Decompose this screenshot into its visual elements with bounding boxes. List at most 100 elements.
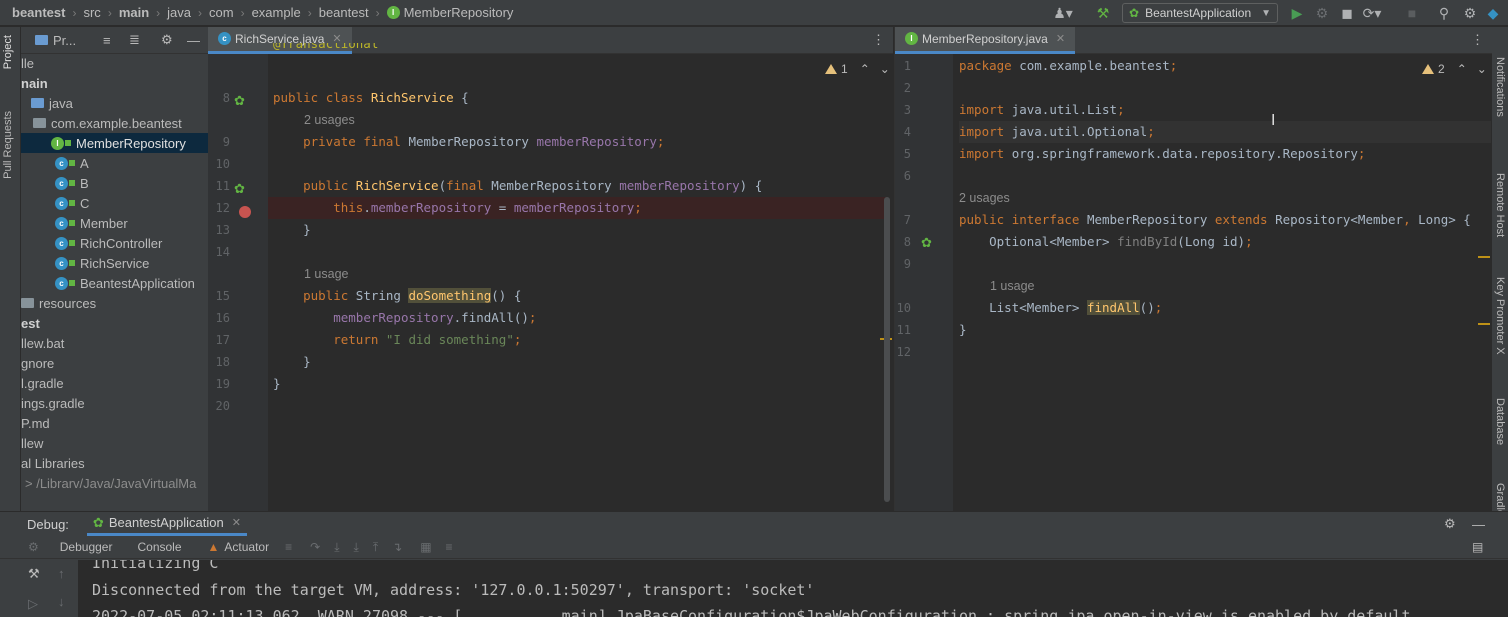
chevron-down-icon[interactable]: ⌄ <box>1477 62 1487 76</box>
usages-hint[interactable]: 2 usages <box>959 191 1010 205</box>
right-tool-tab[interactable]: Remote Host <box>1494 173 1506 237</box>
collapse-all-icon[interactable]: ≣ <box>129 32 140 48</box>
more-options-icon[interactable]: ⋮ <box>1471 32 1484 48</box>
editor-tab-bar: I MemberRepository.java ✕ ⋮ <box>895 27 1492 54</box>
right-tool-tab[interactable]: Notifications <box>1494 57 1506 117</box>
resume-icon[interactable]: ▷ <box>28 596 38 612</box>
tree-item[interactable]: c RichService <box>21 253 208 273</box>
right-tool-tab[interactable]: Database <box>1494 398 1506 445</box>
coverage-icon[interactable]: ◼ <box>1338 4 1356 22</box>
layout-icon[interactable]: ▤ <box>1472 540 1483 554</box>
console-output[interactable]: Initializing C Disconnected from the tar… <box>78 560 1508 617</box>
tree-item[interactable]: c BeantestApplication <box>21 273 208 293</box>
tree-item[interactable]: cA <box>21 153 208 173</box>
wrench-icon[interactable]: ⚒ <box>28 566 40 582</box>
breadcrumb-item[interactable]: › beantest <box>301 5 369 20</box>
error-stripe-mark[interactable] <box>1478 256 1490 258</box>
evaluate-icon[interactable]: ▦ <box>420 540 431 554</box>
tree-item[interactable]: l.gradle <box>21 373 208 393</box>
search-icon[interactable]: ⚲ <box>1435 4 1453 22</box>
chevron-up-icon[interactable]: ⌃ <box>1457 62 1467 76</box>
tab-console[interactable]: Console <box>137 540 181 554</box>
pull-requests-tool-tab[interactable]: Pull Requests <box>2 111 14 179</box>
tree-item[interactable]: al Libraries <box>21 453 208 473</box>
stop-icon[interactable]: ■ <box>1403 4 1421 22</box>
gear-icon[interactable]: ⚙ <box>1444 516 1456 532</box>
trace-icon[interactable]: ≡ <box>446 540 453 554</box>
spring-bean-icon[interactable]: ✿ <box>921 235 932 251</box>
close-icon[interactable]: ✕ <box>1056 32 1065 45</box>
gear-icon[interactable]: ⚙ <box>1461 4 1479 22</box>
step-into-icon[interactable]: ⤓ <box>334 540 339 555</box>
tab-member-repository[interactable]: I MemberRepository.java ✕ <box>895 27 1076 54</box>
left-tool-stripe: Project Pull Requests <box>0 27 21 511</box>
gear-icon[interactable]: ⚙ <box>161 32 173 48</box>
tree-item[interactable]: nain <box>21 73 208 93</box>
chevron-up-icon[interactable]: ⌃ <box>860 62 870 76</box>
tree-item[interactable]: ings.gradle <box>21 393 208 413</box>
breadcrumb-item[interactable]: › example <box>234 5 301 20</box>
plugin-icon[interactable]: ◆ <box>1484 4 1502 22</box>
force-step-into-icon[interactable]: ⤓ <box>354 540 359 555</box>
debug-icon[interactable]: ⚙ <box>1313 4 1331 22</box>
run-to-cursor-icon[interactable]: ↴ <box>392 540 402 554</box>
breadcrumb-item[interactable]: › com <box>191 5 234 20</box>
error-stripe-mark[interactable] <box>1478 323 1490 325</box>
breakpoint-icon[interactable] <box>239 206 251 218</box>
tree-item[interactable]: com.example.beantest <box>21 113 208 133</box>
scroll-up-icon[interactable]: ↑ <box>58 566 65 581</box>
expand-all-icon[interactable]: ≡ <box>103 33 111 48</box>
tree-item[interactable]: llew <box>21 433 208 453</box>
menu-icon[interactable]: ≡ <box>285 540 292 554</box>
debug-session-tab[interactable]: ✿ BeantestApplication ✕ <box>86 512 247 536</box>
tree-item[interactable]: P.md <box>21 413 208 433</box>
tree-item[interactable]: c Member <box>21 213 208 233</box>
warnings-indicator[interactable]: 1 ⌃ ⌄ <box>825 62 890 76</box>
breadcrumb-item[interactable]: › I MemberRepository <box>369 5 514 20</box>
breadcrumb-item[interactable]: beantest <box>12 5 65 20</box>
step-over-icon[interactable]: ↷ <box>310 540 320 554</box>
profile-icon[interactable]: ⟳▾ <box>1363 4 1382 22</box>
spring-bean-icon[interactable]: ✿ <box>234 181 245 197</box>
step-out-icon[interactable]: ⤒ <box>373 540 378 555</box>
tab-debugger[interactable]: Debugger <box>60 540 113 554</box>
user-icon[interactable]: ♟▾ <box>1053 4 1073 22</box>
minimize-icon[interactable]: — <box>187 33 200 48</box>
tree-item[interactable]: llew.bat <box>21 333 208 353</box>
warning-icon <box>1422 64 1434 74</box>
usages-hint[interactable]: 2 usages <box>304 113 355 127</box>
warnings-indicator[interactable]: 2 ⌃ ⌄ <box>1422 62 1487 76</box>
project-panel-title[interactable]: Pr... <box>53 33 76 48</box>
scrollbar[interactable] <box>884 197 890 502</box>
project-tool-tab[interactable]: Project <box>2 35 14 69</box>
tree-item[interactable]: I MemberRepository <box>21 133 208 153</box>
minimize-icon[interactable]: — <box>1472 517 1485 532</box>
tree-item[interactable]: java <box>21 93 208 113</box>
tree-item-label: llew.bat <box>21 335 65 351</box>
breadcrumb-item[interactable]: › src <box>65 5 100 20</box>
debug-tool-icon[interactable]: ⚙ <box>28 540 39 554</box>
tree-item[interactable]: cC <box>21 193 208 213</box>
tree-item[interactable]: cB <box>21 173 208 193</box>
run-configuration-select[interactable]: ✿ BeantestApplication ▼ <box>1122 3 1278 23</box>
tab-actuator[interactable]: Actuator <box>224 540 269 554</box>
scroll-down-icon[interactable]: ↓ <box>58 594 65 609</box>
tree-item[interactable]: > /Librarv/Java/JavaVirtualMa <box>21 473 208 493</box>
tree-item[interactable]: c RichController <box>21 233 208 253</box>
right-tool-tab[interactable]: Key Promoter X <box>1494 277 1506 355</box>
spring-bean-icon[interactable]: ✿ <box>234 93 245 109</box>
usages-hint[interactable]: 1 usage <box>990 279 1034 293</box>
tree-item[interactable]: lle <box>21 53 208 73</box>
tree-item[interactable]: resources <box>21 293 208 313</box>
usages-hint[interactable]: 1 usage <box>304 267 348 281</box>
run-icon[interactable]: ▶ <box>1288 4 1306 22</box>
close-icon[interactable]: ✕ <box>232 516 241 529</box>
build-hammer-icon[interactable]: ⚒ <box>1094 4 1112 22</box>
breadcrumb-item[interactable]: › main <box>101 5 149 20</box>
chevron-down-icon[interactable]: ⌄ <box>880 62 890 76</box>
tree-item[interactable]: est <box>21 313 208 333</box>
class-icon: c <box>55 176 68 190</box>
breadcrumb-item[interactable]: › java <box>149 5 191 20</box>
tree-item[interactable]: gnore <box>21 353 208 373</box>
